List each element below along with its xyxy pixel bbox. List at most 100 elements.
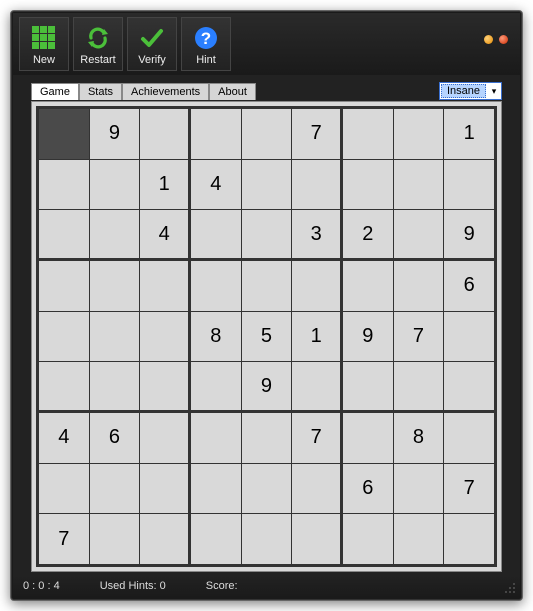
sudoku-cell[interactable] bbox=[343, 362, 393, 412]
sudoku-cell[interactable] bbox=[39, 160, 89, 210]
help-icon: ? bbox=[192, 24, 220, 52]
sudoku-cell[interactable] bbox=[140, 362, 190, 412]
sudoku-cell[interactable] bbox=[394, 160, 444, 210]
sudoku-cell[interactable]: 7 bbox=[292, 109, 342, 159]
sudoku-cell[interactable] bbox=[242, 210, 292, 260]
sudoku-cell[interactable]: 4 bbox=[191, 160, 241, 210]
sudoku-cell[interactable]: 7 bbox=[444, 464, 494, 514]
sudoku-cell[interactable] bbox=[191, 413, 241, 463]
sudoku-cell[interactable]: 7 bbox=[292, 413, 342, 463]
sudoku-cell[interactable] bbox=[444, 413, 494, 463]
sudoku-cell[interactable] bbox=[444, 312, 494, 362]
sudoku-cell[interactable] bbox=[39, 210, 89, 260]
sudoku-cell[interactable] bbox=[90, 362, 140, 412]
sudoku-cell[interactable] bbox=[140, 109, 190, 159]
resize-grip-icon[interactable] bbox=[504, 582, 516, 594]
sudoku-cell[interactable] bbox=[191, 261, 241, 311]
sudoku-cell[interactable] bbox=[343, 514, 393, 564]
sudoku-cell[interactable]: 6 bbox=[343, 464, 393, 514]
sudoku-cell[interactable] bbox=[191, 514, 241, 564]
tab-stats[interactable]: Stats bbox=[79, 83, 122, 100]
sudoku-cell[interactable]: 8 bbox=[394, 413, 444, 463]
sudoku-cell[interactable]: 1 bbox=[140, 160, 190, 210]
sudoku-cell[interactable] bbox=[90, 464, 140, 514]
sudoku-board: 97114432968519794678677 bbox=[36, 106, 497, 567]
sudoku-cell[interactable] bbox=[394, 514, 444, 564]
sudoku-cell[interactable]: 8 bbox=[191, 312, 241, 362]
sudoku-cell[interactable]: 5 bbox=[242, 312, 292, 362]
sudoku-cell[interactable] bbox=[242, 413, 292, 463]
sudoku-cell[interactable] bbox=[394, 210, 444, 260]
tab-about[interactable]: About bbox=[209, 83, 256, 100]
sudoku-cell[interactable]: 7 bbox=[39, 514, 89, 564]
verify-button[interactable]: Verify bbox=[127, 17, 177, 71]
sudoku-cell[interactable] bbox=[343, 261, 393, 311]
sudoku-cell[interactable] bbox=[191, 362, 241, 412]
sudoku-cell[interactable] bbox=[140, 464, 190, 514]
sudoku-cell[interactable] bbox=[90, 210, 140, 260]
difficulty-select[interactable]: Insane ▾ bbox=[439, 82, 502, 100]
sudoku-cell[interactable] bbox=[90, 312, 140, 362]
tab-achievements[interactable]: Achievements bbox=[122, 83, 209, 100]
sudoku-cell[interactable]: 2 bbox=[343, 210, 393, 260]
sudoku-cell[interactable] bbox=[140, 514, 190, 564]
sudoku-cell[interactable] bbox=[292, 160, 342, 210]
sudoku-cell[interactable] bbox=[242, 109, 292, 159]
sudoku-cell[interactable]: 4 bbox=[39, 413, 89, 463]
grid-icon bbox=[30, 24, 58, 52]
sudoku-cell[interactable]: 9 bbox=[242, 362, 292, 412]
sudoku-cell[interactable] bbox=[292, 464, 342, 514]
sudoku-cell[interactable] bbox=[90, 514, 140, 564]
sudoku-cell[interactable] bbox=[191, 109, 241, 159]
minimize-icon[interactable] bbox=[484, 35, 493, 44]
sudoku-cell[interactable] bbox=[90, 261, 140, 311]
sudoku-cell[interactable] bbox=[343, 160, 393, 210]
refresh-icon bbox=[84, 24, 112, 52]
sudoku-cell[interactable] bbox=[242, 160, 292, 210]
sudoku-cell[interactable] bbox=[242, 261, 292, 311]
sudoku-cell[interactable]: 6 bbox=[444, 261, 494, 311]
sudoku-cell[interactable] bbox=[140, 261, 190, 311]
sudoku-cell[interactable] bbox=[191, 464, 241, 514]
score-label: Score: bbox=[206, 580, 238, 592]
restart-button[interactable]: Restart bbox=[73, 17, 123, 71]
sudoku-cell[interactable]: 9 bbox=[90, 109, 140, 159]
sudoku-cell[interactable] bbox=[394, 362, 444, 412]
sudoku-cell[interactable] bbox=[39, 362, 89, 412]
sudoku-cell[interactable]: 1 bbox=[292, 312, 342, 362]
sudoku-cell[interactable] bbox=[292, 514, 342, 564]
sudoku-cell[interactable] bbox=[394, 109, 444, 159]
sudoku-cell[interactable]: 4 bbox=[140, 210, 190, 260]
sudoku-cell[interactable]: 9 bbox=[343, 312, 393, 362]
sudoku-cell[interactable] bbox=[343, 109, 393, 159]
sudoku-cell[interactable]: 9 bbox=[444, 210, 494, 260]
sudoku-cell[interactable]: 1 bbox=[444, 109, 494, 159]
sudoku-cell[interactable] bbox=[343, 413, 393, 463]
new-button[interactable]: New bbox=[19, 17, 69, 71]
sudoku-cell[interactable]: 7 bbox=[394, 312, 444, 362]
hint-button[interactable]: ? Hint bbox=[181, 17, 231, 71]
sudoku-cell[interactable] bbox=[444, 514, 494, 564]
sudoku-cell[interactable] bbox=[394, 464, 444, 514]
sudoku-cell[interactable] bbox=[242, 514, 292, 564]
sudoku-cell[interactable]: 3 bbox=[292, 210, 342, 260]
sudoku-cell[interactable] bbox=[444, 160, 494, 210]
sudoku-cell[interactable] bbox=[39, 261, 89, 311]
sudoku-cell[interactable] bbox=[444, 362, 494, 412]
sudoku-cell[interactable] bbox=[39, 312, 89, 362]
sudoku-cell[interactable] bbox=[140, 312, 190, 362]
sudoku-cell[interactable] bbox=[292, 362, 342, 412]
close-icon[interactable] bbox=[499, 35, 508, 44]
sudoku-cell[interactable] bbox=[242, 464, 292, 514]
sudoku-cell[interactable] bbox=[191, 210, 241, 260]
sudoku-cell[interactable] bbox=[90, 160, 140, 210]
tab-game[interactable]: Game bbox=[31, 83, 79, 100]
hints-status: Used Hints: 0 bbox=[100, 580, 166, 592]
check-icon bbox=[138, 24, 166, 52]
sudoku-cell[interactable]: 6 bbox=[90, 413, 140, 463]
sudoku-cell[interactable] bbox=[39, 464, 89, 514]
sudoku-cell[interactable] bbox=[39, 109, 89, 159]
sudoku-cell[interactable] bbox=[394, 261, 444, 311]
sudoku-cell[interactable] bbox=[140, 413, 190, 463]
sudoku-cell[interactable] bbox=[292, 261, 342, 311]
